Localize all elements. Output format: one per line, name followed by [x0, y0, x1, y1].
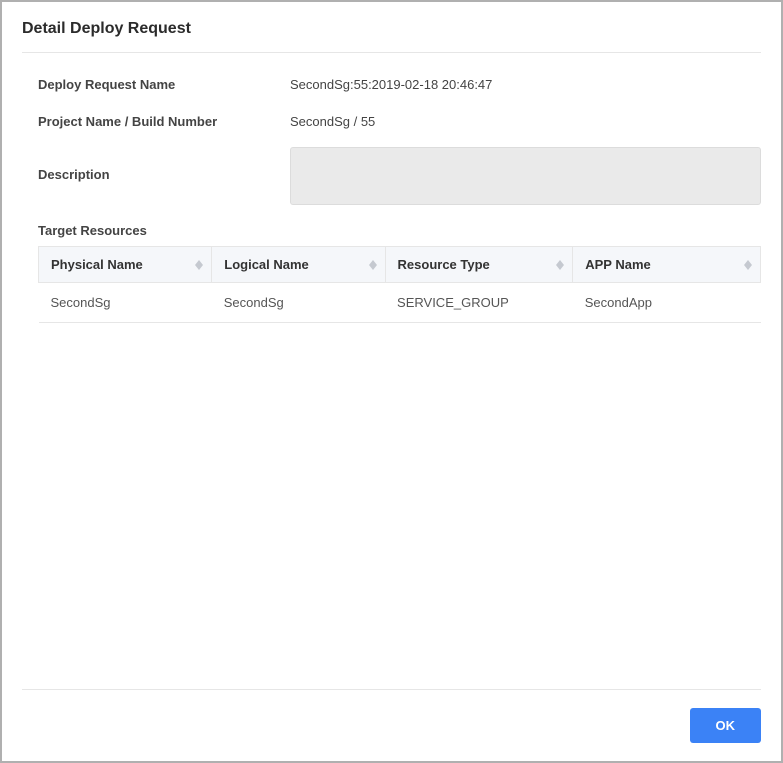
project-build-value: SecondSg / 55 — [290, 110, 375, 129]
col-logical-name-label: Logical Name — [224, 257, 309, 272]
dialog-title: Detail Deploy Request — [2, 2, 781, 52]
dialog-footer: OK — [22, 689, 761, 761]
sort-icon[interactable] — [195, 260, 203, 270]
ok-button[interactable]: OK — [690, 708, 762, 743]
field-deploy-request-name: Deploy Request Name SecondSg:55:2019-02-… — [38, 73, 761, 92]
field-project-build: Project Name / Build Number SecondSg / 5… — [38, 110, 761, 129]
sort-icon[interactable] — [556, 260, 564, 270]
col-logical-name[interactable]: Logical Name — [212, 247, 385, 283]
project-build-label: Project Name / Build Number — [38, 110, 290, 129]
table-header-row: Physical Name Logical Name Resource Type — [39, 247, 761, 283]
cell-logical-name: SecondSg — [212, 283, 385, 323]
sort-icon[interactable] — [369, 260, 377, 270]
cell-app-name: SecondApp — [573, 283, 761, 323]
col-resource-type-label: Resource Type — [398, 257, 490, 272]
col-app-name[interactable]: APP Name — [573, 247, 761, 283]
target-resources-table: Physical Name Logical Name Resource Type — [38, 246, 761, 323]
deploy-request-name-label: Deploy Request Name — [38, 73, 290, 92]
description-box — [290, 147, 761, 205]
sort-icon[interactable] — [744, 260, 752, 270]
description-label: Description — [38, 147, 290, 182]
cell-resource-type: SERVICE_GROUP — [385, 283, 573, 323]
table-row: SecondSg SecondSg SERVICE_GROUP SecondAp… — [39, 283, 761, 323]
col-physical-name-label: Physical Name — [51, 257, 143, 272]
col-resource-type[interactable]: Resource Type — [385, 247, 573, 283]
field-description: Description — [38, 147, 761, 205]
target-resources-title: Target Resources — [38, 223, 761, 238]
dialog-body: Deploy Request Name SecondSg:55:2019-02-… — [2, 53, 781, 689]
col-app-name-label: APP Name — [585, 257, 651, 272]
cell-physical-name: SecondSg — [39, 283, 212, 323]
deploy-request-name-value: SecondSg:55:2019-02-18 20:46:47 — [290, 73, 492, 92]
col-physical-name[interactable]: Physical Name — [39, 247, 212, 283]
